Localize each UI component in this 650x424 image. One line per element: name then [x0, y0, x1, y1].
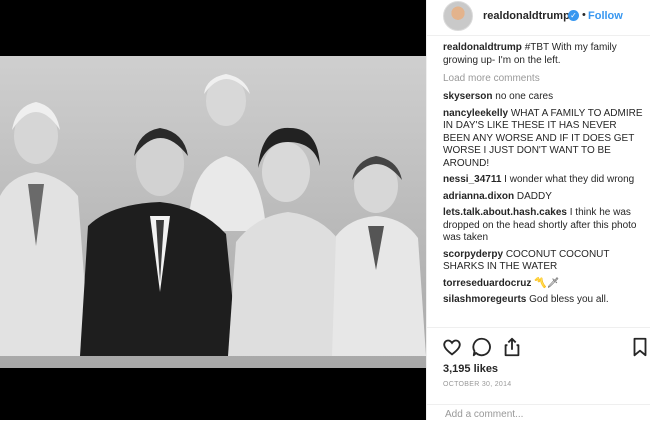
comment-username[interactable]: skyserson: [443, 91, 492, 102]
family-photo-illustration: [0, 56, 426, 368]
comment-username[interactable]: adrianna.dixon: [443, 191, 514, 202]
post-photo-pane: [0, 0, 426, 420]
load-more-comments-link[interactable]: Load more comments: [443, 73, 643, 84]
caption-username[interactable]: realdonaldtrump: [443, 42, 522, 53]
separator-dot: •: [582, 9, 586, 21]
comments-list: realdonaldtrump #TBT With my family grow…: [443, 42, 643, 311]
likes-count[interactable]: 3,195 likes: [443, 363, 498, 375]
comment-username[interactable]: silashmoregeurts: [443, 294, 526, 305]
comment-item: lets.talk.about.hash.cakes I think he wa…: [443, 207, 643, 245]
comment-item: silashmoregeurts God bless you all.: [443, 294, 643, 307]
comment-item: nessi_34711 I wonder what they did wrong: [443, 174, 643, 187]
header-username[interactable]: realdonaldtrump: [483, 10, 570, 22]
comment-item: adrianna.dixon DADDY: [443, 191, 643, 204]
comment-text: I wonder what they did wrong: [504, 174, 635, 185]
bookmark-icon[interactable]: [629, 336, 650, 358]
comment-item: nancyleekelly WHAT A FAMILY TO ADMIRE IN…: [443, 108, 643, 171]
comment-username[interactable]: nancyleekelly: [443, 108, 508, 119]
comment-username[interactable]: torreseduardocruz: [443, 278, 531, 289]
post-header: realdonaldtrump ✓ • Follow: [427, 0, 650, 36]
comment-username[interactable]: scorpyderpy: [443, 249, 503, 260]
comment-icon[interactable]: [471, 336, 493, 358]
add-comment-bar: [427, 404, 650, 424]
comment-username[interactable]: lets.talk.about.hash.cakes: [443, 207, 567, 218]
post-date: OCTOBER 30, 2014: [443, 381, 512, 388]
comment-text: no one cares: [495, 91, 554, 102]
comment-text: 〽️🗡: [534, 277, 560, 289]
post-sidebar: realdonaldtrump ✓ • Follow realdonaldtru…: [426, 0, 650, 421]
comment-username[interactable]: nessi_34711: [443, 174, 501, 185]
comment-text: DADDY: [516, 190, 552, 202]
verified-badge-icon: ✓: [568, 10, 579, 21]
heart-icon[interactable]: [441, 336, 463, 358]
post-photo[interactable]: [0, 56, 426, 368]
avatar[interactable]: [443, 1, 473, 31]
share-icon[interactable]: [501, 336, 523, 358]
post-caption: realdonaldtrump #TBT With my family grow…: [443, 42, 643, 67]
follow-button[interactable]: Follow: [588, 10, 623, 22]
comment-item: skyserson no one cares: [443, 91, 643, 104]
post-actions: 3,195 likes OCTOBER 30, 2014: [427, 327, 650, 421]
add-comment-input[interactable]: [443, 408, 637, 421]
comment-text: God bless you all.: [529, 294, 609, 305]
comment-item: torreseduardocruz 〽️🗡: [443, 278, 643, 291]
comment-item: scorpyderpy COCONUT COCONUT SHARKS IN TH…: [443, 249, 643, 274]
